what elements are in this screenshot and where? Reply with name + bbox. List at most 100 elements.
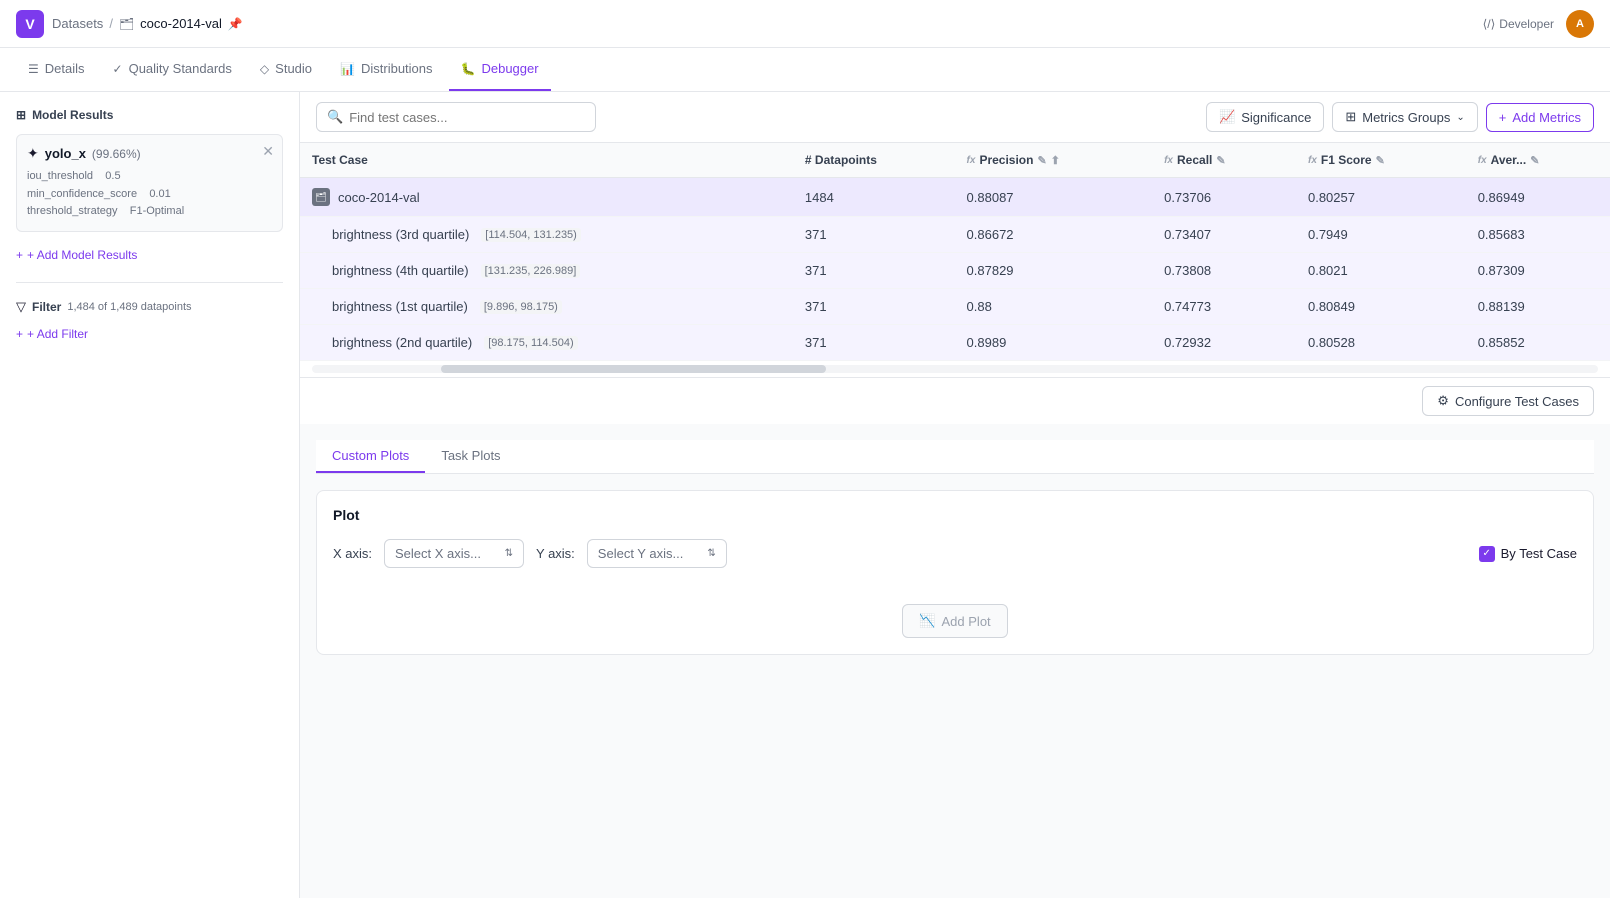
test-case-cell: 🗂 coco-2014-val [300, 178, 793, 217]
plus-metrics-icon: + [1499, 110, 1507, 125]
subtabs: Custom Plots Task Plots [316, 440, 1594, 474]
configure-btn-row: ⚙ Configure Test Cases [300, 377, 1610, 424]
test-case-cell: brightness (3rd quartile) [114.504, 131.… [300, 217, 793, 253]
tabbar: ☰ Details ✓ Quality Standards ◇ Studio 📊… [0, 48, 1610, 92]
axis-row: X axis: Select X axis... ⇅ Y axis: Selec… [333, 539, 1577, 568]
sidebar: ⊞ Model Results ✦ yolo_x (99.66%) iou_th… [0, 92, 300, 898]
test-case-cell: brightness (2nd quartile) [98.175, 114.5… [300, 325, 793, 361]
significance-icon: 📈 [1219, 109, 1235, 125]
main-layout: ⊞ Model Results ✦ yolo_x (99.66%) iou_th… [0, 92, 1610, 898]
results-table: Test Case # Datapoints fx Precision [300, 143, 1610, 361]
table-row[interactable]: brightness (4th quartile) [131.235, 226.… [300, 253, 1610, 289]
details-icon: ☰ [28, 62, 39, 76]
add-filter-button[interactable]: + + Add Filter [16, 323, 283, 345]
tc-icon: 🗂 [312, 188, 330, 206]
breadcrumb-dataset[interactable]: coco-2014-val [140, 16, 222, 31]
model-card: ✦ yolo_x (99.66%) iou_threshold 0.5 min_… [16, 134, 283, 232]
table-row[interactable]: brightness (1st quartile) [9.896, 98.175… [300, 289, 1610, 325]
breadcrumb-sep: / [109, 16, 113, 31]
x-axis-label: X axis: [333, 546, 372, 561]
divider [16, 282, 283, 283]
filter-count: 1,484 of 1,489 datapoints [67, 301, 191, 313]
average-cell: 0.86949 [1466, 178, 1610, 217]
subtab-task-plots[interactable]: Task Plots [425, 440, 516, 473]
model-results-icon: ⊞ [16, 108, 26, 122]
recall-cell: 0.73706 [1152, 178, 1296, 217]
horizontal-scrollbar[interactable] [312, 365, 1598, 373]
metrics-groups-button[interactable]: ⊞ Metrics Groups ⌄ [1332, 102, 1477, 132]
search-input[interactable] [349, 110, 585, 125]
add-metrics-button[interactable]: + Add Metrics [1486, 103, 1594, 132]
avatar[interactable]: A [1566, 10, 1594, 38]
model-results-title: ⊞ Model Results [16, 108, 283, 122]
table-row[interactable]: brightness (2nd quartile) [98.175, 114.5… [300, 325, 1610, 361]
configure-icon: ⚙ [1437, 393, 1449, 409]
model-params: iou_threshold 0.5 min_confidence_score 0… [27, 168, 272, 221]
configure-test-cases-button[interactable]: ⚙ Configure Test Cases [1422, 386, 1594, 416]
chart-icon: 📉 [919, 613, 935, 629]
x-axis-chevron: ⇅ [505, 548, 513, 559]
breadcrumb: Datasets / 🗂 coco-2014-val 📌 [52, 16, 243, 31]
precision-cell: 0.88087 [955, 178, 1153, 217]
filter-section: ▽ Filter 1,484 of 1,489 datapoints [16, 299, 283, 315]
tab-distributions[interactable]: 📊 Distributions [328, 48, 444, 91]
topbar-right: ⟨/⟩ Developer A [1483, 10, 1594, 38]
f1-score-cell: 0.80257 [1296, 178, 1466, 217]
quality-icon: ✓ [113, 62, 123, 76]
dataset-icon: 🗂 [119, 17, 134, 31]
subtab-custom-plots[interactable]: Custom Plots [316, 440, 425, 473]
plus-icon: + [16, 248, 23, 262]
significance-button[interactable]: 📈 Significance [1206, 102, 1324, 132]
add-model-results-button[interactable]: + + Add Model Results [16, 244, 283, 266]
metrics-groups-icon: ⊞ [1345, 109, 1356, 125]
code-icon: ⟨/⟩ [1483, 17, 1496, 31]
developer-button[interactable]: ⟨/⟩ Developer [1483, 17, 1554, 31]
by-test-case-row: ✓ By Test Case [1479, 546, 1577, 562]
by-test-case-checkbox[interactable]: ✓ [1479, 546, 1495, 562]
content-area: 🔍 📈 Significance ⊞ Metrics Groups ⌄ + Ad… [300, 92, 1610, 898]
table-row[interactable]: 🗂 coco-2014-val 1484 0.88087 0.73706 0.8… [300, 178, 1610, 217]
col-f1-score: fx F1 Score ✎ [1296, 143, 1466, 178]
tab-quality[interactable]: ✓ Quality Standards [101, 48, 244, 91]
filter-icon: ▽ [16, 299, 26, 315]
y-axis-select[interactable]: Select Y axis... ⇅ [587, 539, 727, 568]
search-icon: 🔍 [327, 109, 343, 125]
plus-filter-icon: + [16, 327, 23, 341]
plot-section: Plot X axis: Select X axis... ⇅ Y axis: … [316, 490, 1594, 655]
add-plot-button[interactable]: 📉 Add Plot [902, 604, 1007, 638]
app-logo[interactable]: V [16, 10, 44, 38]
test-case-cell: brightness (1st quartile) [9.896, 98.175… [300, 289, 793, 325]
breadcrumb-datasets[interactable]: Datasets [52, 16, 103, 31]
model-icon: ✦ [27, 145, 39, 162]
datapoints-cell: 1484 [793, 178, 955, 217]
plot-title: Plot [333, 507, 1577, 523]
model-name: yolo_x [45, 146, 86, 161]
topbar: V Datasets / 🗂 coco-2014-val 📌 ⟨/⟩ Devel… [0, 0, 1610, 48]
results-table-container: Test Case # Datapoints fx Precision [300, 143, 1610, 377]
distributions-icon: 📊 [340, 62, 355, 76]
y-axis-label: Y axis: [536, 546, 575, 561]
pin-icon[interactable]: 📌 [228, 17, 243, 31]
tab-debugger[interactable]: 🐛 Debugger [449, 48, 551, 91]
x-axis-select[interactable]: Select X axis... ⇅ [384, 539, 524, 568]
model-pct: (99.66%) [92, 147, 141, 161]
by-test-case-label: By Test Case [1501, 546, 1577, 561]
col-recall: fx Recall ✎ [1152, 143, 1296, 178]
table-row[interactable]: brightness (3rd quartile) [114.504, 131.… [300, 217, 1610, 253]
col-average: fx Aver... ✎ [1466, 143, 1610, 178]
filter-title: Filter [32, 300, 61, 314]
col-test-case: Test Case [300, 143, 793, 178]
toolbar: 🔍 📈 Significance ⊞ Metrics Groups ⌄ + Ad… [300, 92, 1610, 143]
tab-studio[interactable]: ◇ Studio [248, 48, 324, 91]
search-box[interactable]: 🔍 [316, 102, 596, 132]
col-precision: fx Precision ✎ ⬆ [955, 143, 1153, 178]
scrollbar-thumb[interactable] [441, 365, 827, 373]
y-axis-chevron: ⇅ [707, 548, 715, 559]
debugger-icon: 🐛 [461, 62, 476, 76]
test-case-cell: brightness (4th quartile) [131.235, 226.… [300, 253, 793, 289]
studio-icon: ◇ [260, 62, 269, 76]
chevron-down-icon: ⌄ [1456, 112, 1464, 123]
tab-details[interactable]: ☰ Details [16, 48, 97, 91]
col-datapoints: # Datapoints [793, 143, 955, 178]
model-close-button[interactable]: ✕ [262, 143, 274, 160]
